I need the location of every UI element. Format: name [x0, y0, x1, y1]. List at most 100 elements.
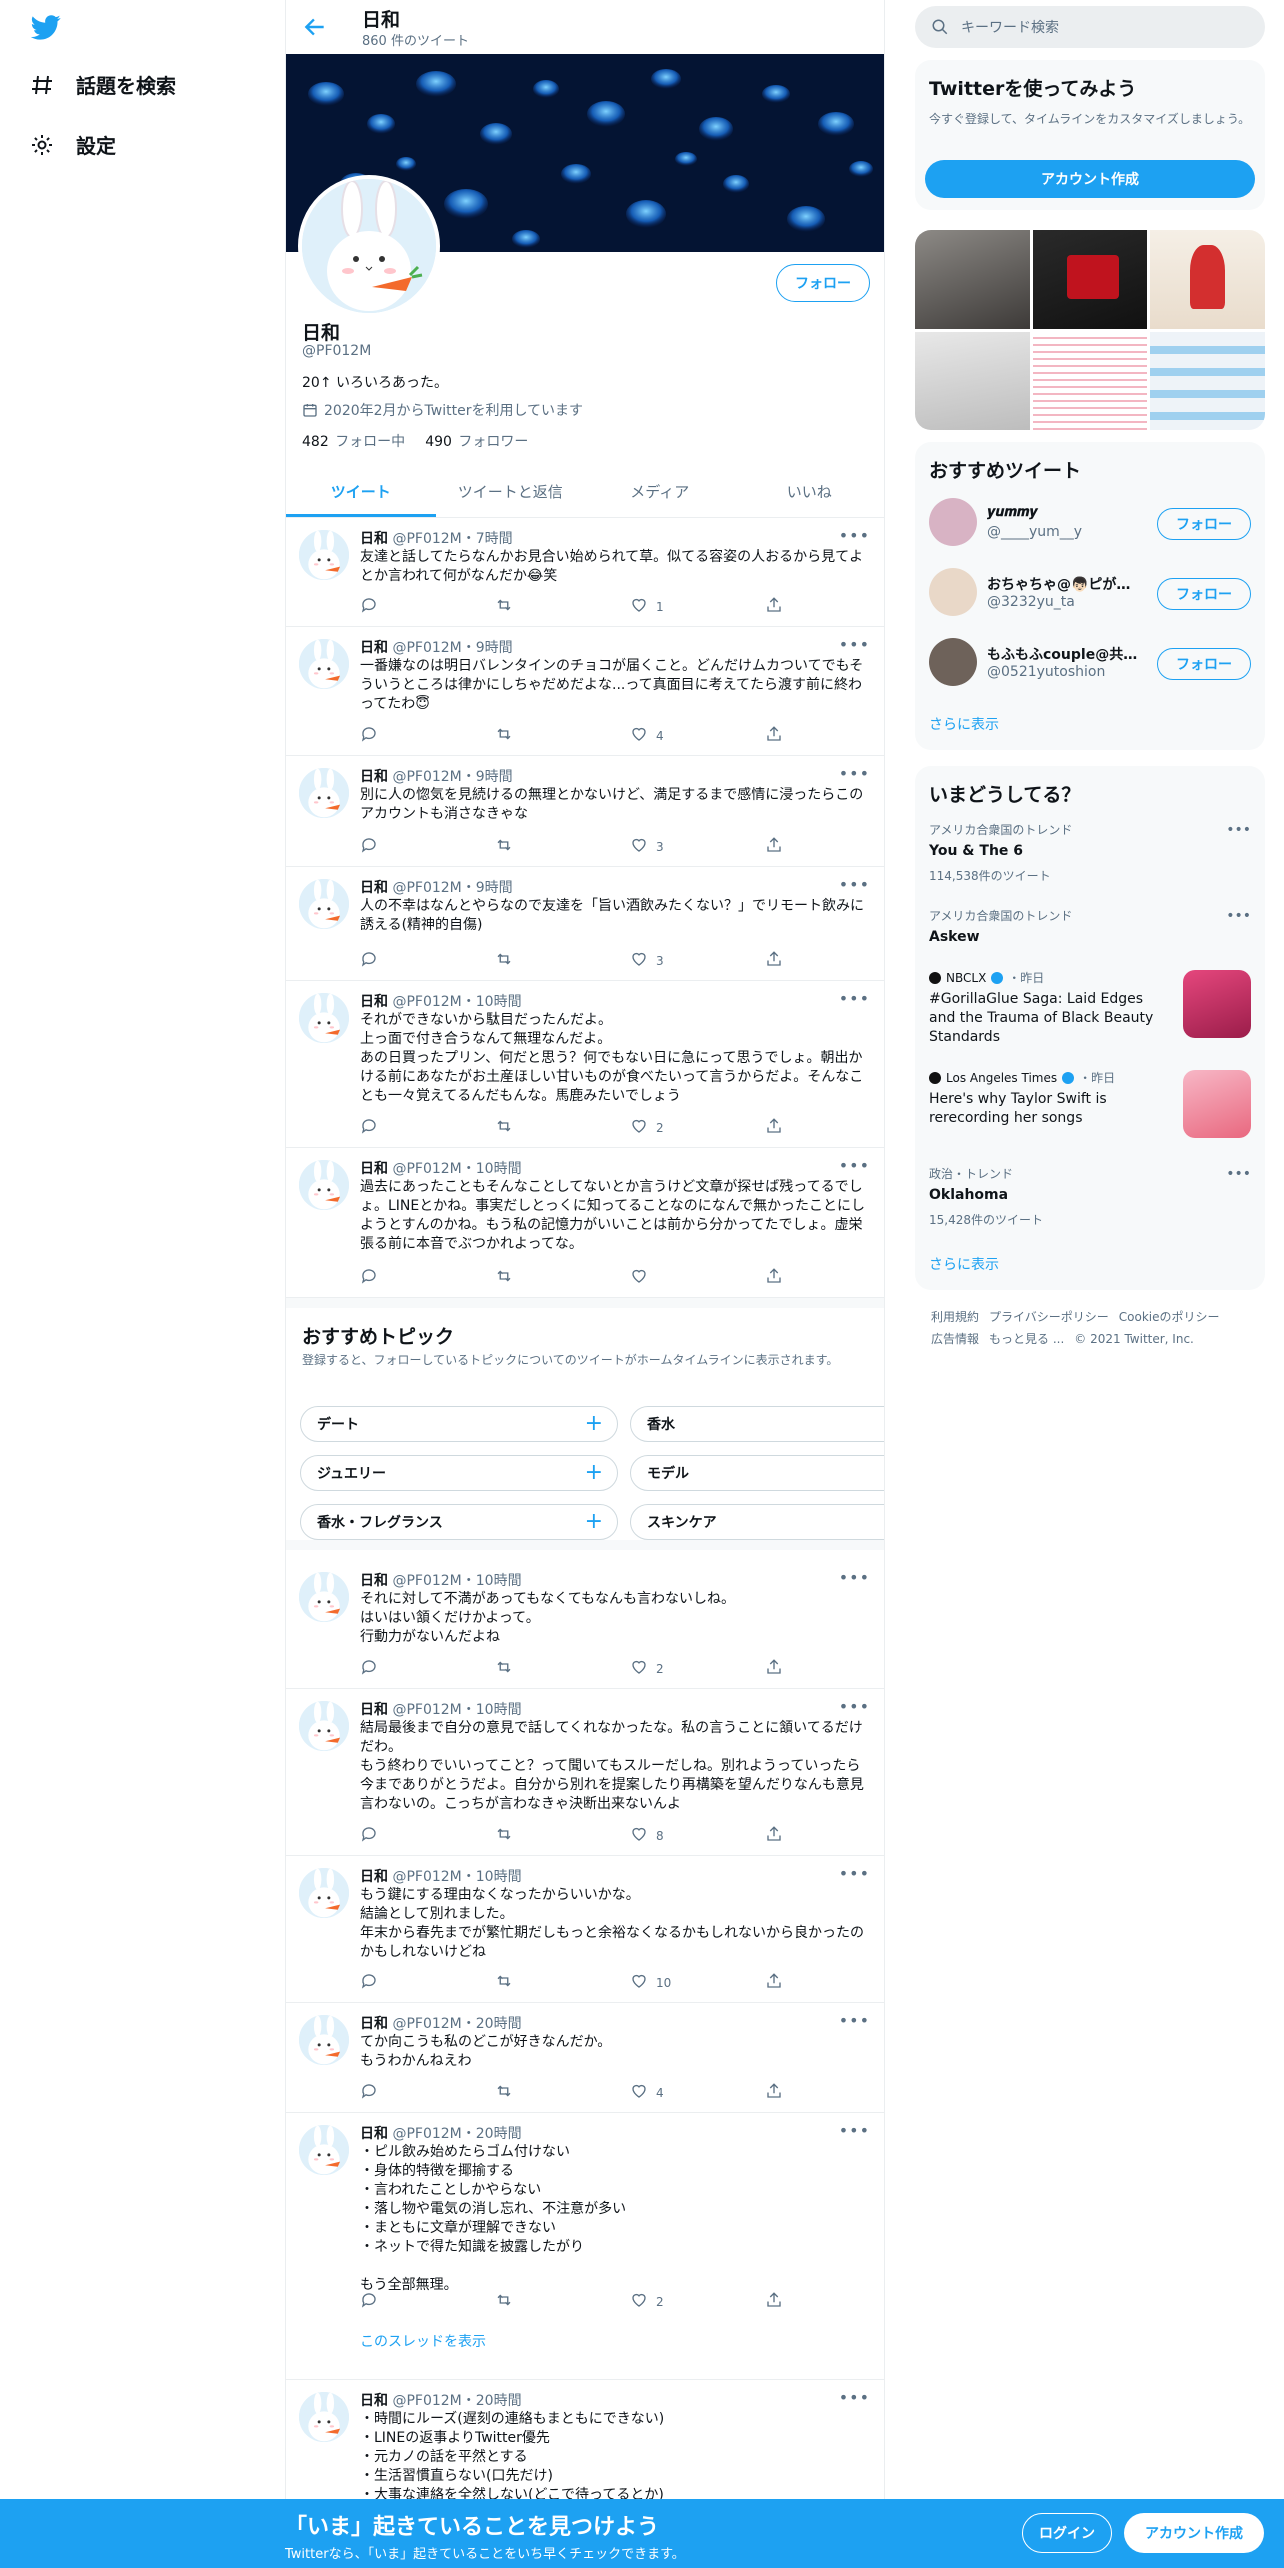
avatar[interactable] [299, 1160, 349, 1210]
avatar[interactable] [929, 568, 977, 616]
tweet[interactable]: 日和 @PF012M・10時間 ••• もう鍵にする理由なくなったからいいかな。 結… [286, 1856, 884, 2003]
topic-chip[interactable]: 香水 [630, 1406, 884, 1442]
topic-chip[interactable]: スキンケア [630, 1504, 884, 1540]
like-button[interactable]: 2 [630, 1117, 664, 1138]
footer-link[interactable]: もっと見る ... [989, 1332, 1064, 1346]
avatar[interactable] [299, 879, 349, 929]
like-button[interactable]: 1 [630, 596, 664, 617]
tweet[interactable]: 日和 @PF012M・7時間 ••• 友達と話してたらなんかお見合い始められて草。似… [286, 518, 884, 627]
tab-tweets[interactable]: ツイート [286, 466, 436, 517]
recommended-user[interactable]: もふもふcouple@共… @0521yutoshion フォロー [929, 638, 1251, 690]
reply-button[interactable] [360, 596, 378, 617]
tweet-author[interactable]: 日和 [360, 2393, 388, 2409]
trend-item[interactable]: NBCLX ・昨日 #GorillaGlue Saga: Laid Edges an… [929, 970, 1251, 1047]
media-thumbnail[interactable] [915, 331, 1030, 430]
avatar[interactable] [299, 1868, 349, 1918]
share-button[interactable] [765, 950, 783, 971]
avatar[interactable] [299, 768, 349, 818]
tweet-author[interactable]: 日和 [360, 1573, 388, 1589]
reply-button[interactable] [360, 1972, 378, 1993]
tab-media[interactable]: メディア [585, 466, 735, 517]
share-button[interactable] [765, 725, 783, 746]
topic-chip[interactable]: ジュエリー + [300, 1455, 618, 1491]
tweet-author[interactable]: 日和 [360, 2126, 388, 2142]
more-icon[interactable]: ••• [839, 635, 870, 654]
avatar[interactable] [299, 993, 349, 1043]
recommended-user[interactable]: 𝒚𝒖𝒎𝒎𝒚 @____yum__y フォロー [929, 498, 1251, 550]
trend-item[interactable]: アメリカ合衆国のトレンド You & The 6 114,538件のツイート ••• [929, 822, 1251, 884]
footer-link[interactable]: 利用規約 [931, 1310, 979, 1324]
topic-chip[interactable]: モデル [630, 1455, 884, 1491]
like-button[interactable]: 4 [630, 725, 664, 746]
tweet[interactable]: 日和 @PF012M・10時間 ••• それに対して不満があってもなくてもなんも言わ… [286, 1560, 884, 1689]
avatar[interactable] [929, 498, 977, 546]
reply-button[interactable] [360, 1658, 378, 1679]
share-button[interactable] [765, 1267, 783, 1288]
like-button[interactable] [630, 1267, 656, 1288]
tweet-author[interactable]: 日和 [360, 2016, 388, 2032]
follow-button[interactable]: フォロー [1157, 578, 1251, 610]
more-icon[interactable]: ••• [1226, 1166, 1251, 1182]
recommended-user[interactable]: おちゃちゃ@👦🏻ピが… @3232yu_ta フォロー [929, 568, 1251, 620]
follow-button[interactable]: フォロー [1157, 648, 1251, 680]
reply-button[interactable] [360, 1117, 378, 1138]
footer-link[interactable]: プライバシーポリシー [989, 1310, 1109, 1324]
trend-item[interactable]: アメリカ合衆国のトレンド Askew ••• [929, 908, 1251, 947]
retweet-button[interactable] [495, 1825, 513, 1846]
more-icon[interactable]: ••• [839, 989, 870, 1008]
retweet-button[interactable] [495, 1267, 513, 1288]
media-thumbnail[interactable] [1032, 230, 1148, 329]
trend-item[interactable]: 政治・トレンド Oklahoma 15,428件のツイート ••• [929, 1166, 1251, 1228]
share-button[interactable] [765, 2291, 783, 2312]
reply-button[interactable] [360, 1267, 378, 1288]
avatar[interactable] [299, 1701, 349, 1751]
show-more-link[interactable]: さらに表示 [929, 714, 999, 734]
reply-button[interactable] [360, 2082, 378, 2103]
share-button[interactable] [765, 596, 783, 617]
more-icon[interactable]: ••• [839, 1568, 870, 1587]
reply-button[interactable] [360, 2291, 378, 2312]
tweet-author[interactable]: 日和 [360, 1702, 388, 1718]
more-icon[interactable]: ••• [1226, 822, 1251, 838]
like-button[interactable]: 3 [630, 950, 664, 971]
share-button[interactable] [765, 1972, 783, 1993]
more-icon[interactable]: ••• [839, 1156, 870, 1175]
more-icon[interactable]: ••• [839, 526, 870, 545]
tweet-author[interactable]: 日和 [360, 1161, 388, 1177]
tweet[interactable]: 日和 @PF012M・10時間 ••• 結局最後まで自分の意見で話してくれなかったな… [286, 1689, 884, 1856]
media-thumbnail[interactable] [1150, 230, 1265, 329]
like-button[interactable]: 8 [630, 1825, 664, 1846]
tweet-author[interactable]: 日和 [360, 1869, 388, 1885]
like-button[interactable]: 2 [630, 2291, 664, 2312]
media-thumbnail[interactable] [1032, 331, 1148, 430]
topic-chip[interactable]: デート + [300, 1406, 618, 1442]
plus-icon[interactable]: + [585, 1509, 603, 1534]
tweet[interactable]: 日和 @PF012M・20時間 ••• てか向こうも私のどこが好きなんだか。 もうわ… [286, 2003, 884, 2113]
footer-link[interactable]: Cookieのポリシー [1119, 1310, 1220, 1324]
share-button[interactable] [765, 1117, 783, 1138]
following-link[interactable]: 482 フォロー中 [302, 431, 405, 451]
plus-icon[interactable]: + [585, 1460, 603, 1485]
tweet[interactable]: 日和 @PF012M・10時間 ••• 過去にあったこともそんなことしてないとか言う… [286, 1148, 884, 1298]
avatar[interactable] [929, 638, 977, 686]
reply-button[interactable] [360, 950, 378, 971]
followers-link[interactable]: 490 フォロワー [425, 431, 528, 451]
trend-thumbnail[interactable] [1183, 1070, 1251, 1138]
trend-item[interactable]: Los Angeles Times ・昨日 Here's why Taylor Sw… [929, 1070, 1251, 1138]
share-button[interactable] [765, 2082, 783, 2103]
tweet[interactable]: 日和 @PF012M・9時間 ••• 別に人の惚気を見続けるの無理とかないけど、満足… [286, 756, 884, 867]
tweet-author[interactable]: 日和 [360, 640, 388, 656]
more-icon[interactable]: ••• [839, 2388, 870, 2407]
tab-likes[interactable]: いいね [735, 466, 885, 517]
retweet-button[interactable] [495, 2082, 513, 2103]
trend-thumbnail[interactable] [1183, 970, 1251, 1038]
search-box[interactable]: キーワード検索 [915, 6, 1265, 48]
media-thumbnail[interactable] [1150, 331, 1265, 430]
more-icon[interactable]: ••• [839, 875, 870, 894]
tweet-author[interactable]: 日和 [360, 994, 388, 1010]
tweet[interactable]: 日和 @PF012M・9時間 ••• 一番嫌なのは明日バレンタインのチョコが届くこと… [286, 627, 884, 756]
more-icon[interactable]: ••• [839, 1864, 870, 1883]
avatar[interactable] [299, 2015, 349, 2065]
retweet-button[interactable] [495, 1658, 513, 1679]
reply-button[interactable] [360, 725, 378, 746]
